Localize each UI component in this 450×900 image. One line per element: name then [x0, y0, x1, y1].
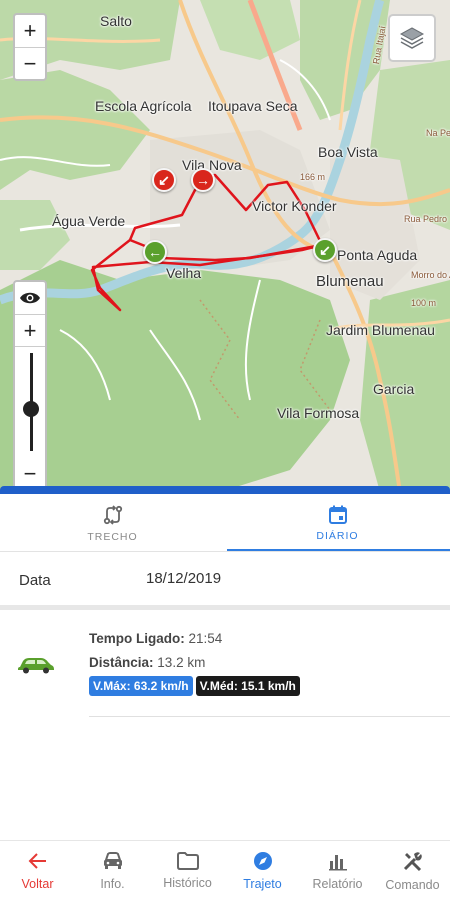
layers-button[interactable] [388, 14, 436, 62]
layers-icon [399, 27, 425, 49]
map-bottom-bar [0, 486, 450, 494]
zoom-control: + − [13, 13, 47, 81]
folder-icon [176, 851, 199, 870]
map-label-vila-formosa: Vila Formosa [277, 405, 360, 421]
nav-voltar-label: Voltar [21, 876, 54, 891]
map-label-jardim-blumenau: Jardim Blumenau [326, 322, 435, 338]
arrow-left-icon [28, 852, 46, 869]
zoom-slider[interactable] [15, 346, 45, 458]
tab-diario[interactable]: DIÁRIO [225, 494, 450, 551]
car-icon [18, 658, 54, 674]
nav-relatorio-label: Relatório [312, 876, 363, 891]
calendar-icon [328, 505, 347, 524]
map-label-vila-nova: Vila Nova [182, 157, 242, 173]
distance: Distância: 13.2 km [89, 655, 205, 670]
map-label-salto: Salto [100, 13, 132, 29]
nav-info-label: Info. [100, 876, 125, 891]
map-label-itoupava-seca: Itoupava Seca [208, 98, 298, 114]
map-label-agua-verde: Água Verde [52, 213, 126, 229]
avg-speed-badge: V.Méd: 15.1 km/h [195, 676, 300, 696]
side-control: + − [13, 280, 47, 492]
nav-trajeto-label: Trajeto [243, 876, 282, 891]
date-label: Data [19, 572, 51, 589]
map-label-ponta-aguda: Ponta Aguda [337, 247, 418, 263]
speed-badges: V.Máx: 63.2 km/h V.Méd: 15.1 km/h [89, 676, 300, 696]
nav-voltar[interactable]: Voltar [0, 841, 75, 900]
nav-historico-label: Histórico [163, 875, 212, 890]
direction-marker-icon[interactable]: → [191, 168, 215, 192]
bar-chart-icon [328, 854, 347, 870]
nav-trajeto[interactable]: Trajeto [225, 841, 300, 900]
start-marker-icon[interactable]: ← [143, 240, 167, 264]
trip-divider [89, 716, 450, 717]
map-tiles [0, 0, 450, 492]
map-label-altitude-100: 100 m [411, 298, 437, 308]
map-label-boa-vista: Boa Vista [318, 144, 378, 160]
waypoint-marker-icon[interactable]: ↙ [313, 238, 337, 262]
engine-time: Tempo Ligado: 21:54 [89, 631, 222, 646]
trip-summary[interactable]: Tempo Ligado: 21:54 Distância: 13.2 km V… [0, 610, 450, 718]
nav-historico[interactable]: Histórico [150, 841, 225, 900]
zoom-slider-handle[interactable] [23, 401, 39, 417]
nav-info[interactable]: Info. [75, 841, 150, 900]
map-label-escola-agricola: Escola Agrícola [95, 98, 192, 114]
distance-label: Distância: [89, 655, 154, 670]
max-speed-badge: V.Máx: 63.2 km/h [89, 676, 193, 696]
compass-icon [253, 851, 272, 870]
engine-time-label: Tempo Ligado: [89, 631, 185, 646]
tab-bar: TRECHO DIÁRIO [0, 494, 450, 552]
tab-trecho[interactable]: TRECHO [0, 494, 225, 551]
distance-value: 13.2 km [157, 655, 206, 670]
nav-comando[interactable]: Comando [375, 841, 450, 900]
map-label-altitude: 166 m [300, 172, 326, 182]
map-label-garcia: Garcia [373, 381, 415, 397]
slider-zoom-in-button[interactable]: + [15, 314, 45, 346]
swap-route-icon [103, 504, 122, 525]
zoom-in-button[interactable]: + [15, 15, 45, 47]
tab-diario-label: DIÁRIO [316, 529, 359, 542]
zoom-out-button[interactable]: − [15, 47, 45, 79]
tools-icon [403, 851, 422, 871]
nav-relatorio[interactable]: Relatório [300, 841, 375, 900]
engine-time-value: 21:54 [188, 631, 223, 646]
map-label-velha: Velha [166, 265, 202, 281]
visibility-button[interactable] [15, 282, 45, 314]
car-icon [103, 851, 122, 869]
eye-icon [20, 292, 40, 304]
map-label-na-pe: Na Pe [426, 128, 450, 138]
map-label-morro: Morro do Aipim [411, 270, 450, 280]
bottom-navigation: Voltar Info. Histórico Trajeto Relatório… [0, 840, 450, 900]
nav-comando-label: Comando [385, 877, 440, 892]
map-label-blumenau: Blumenau [316, 273, 384, 290]
map-label-victor-konder: Victor Konder [252, 198, 337, 214]
map-label-rua-pedro: Rua Pedro [404, 214, 448, 224]
date-row[interactable]: Data 18/12/2019 [0, 552, 450, 606]
date-value[interactable]: 18/12/2019 [146, 570, 221, 587]
tab-trecho-label: TRECHO [87, 530, 138, 543]
end-marker-icon[interactable]: ↙ [152, 168, 176, 192]
map-view[interactable]: Salto Escola Agrícola Itoupava Seca Vila… [0, 0, 450, 492]
